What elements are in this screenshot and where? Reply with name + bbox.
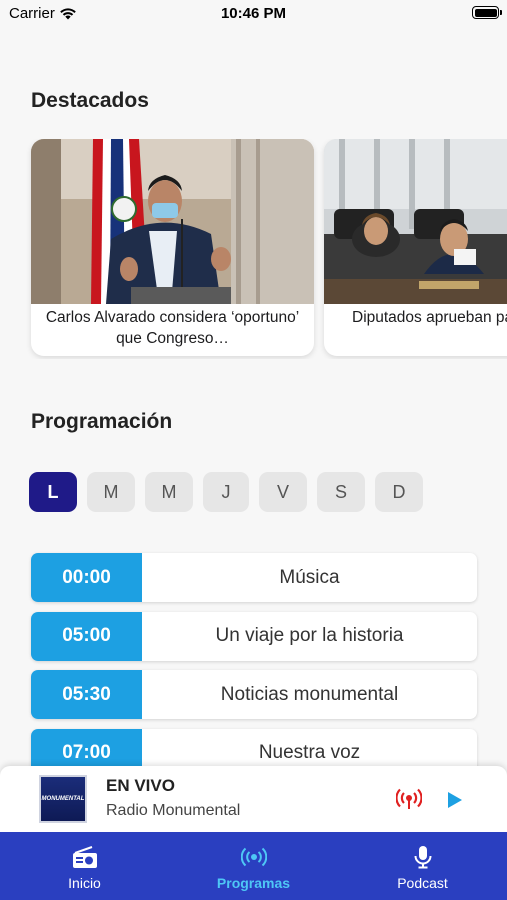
day-button-martes[interactable]: M: [87, 472, 135, 512]
play-button[interactable]: [447, 791, 463, 809]
schedule-program-name: Un viaje por la historia: [215, 625, 404, 646]
day-selector: L M M J V S D: [29, 472, 423, 512]
live-broadcast-icon[interactable]: [396, 787, 422, 811]
schedule-row[interactable]: 00:00 Música: [31, 553, 477, 602]
section-title-destacados: Destacados: [31, 89, 149, 112]
schedule-time: 05:30: [31, 670, 142, 719]
featured-card-caption: Carlos Alvarado considera ‘oportuno’ que…: [45, 309, 300, 347]
battery-icon: [472, 6, 502, 19]
live-label: EN VIVO: [106, 776, 175, 795]
tab-programas[interactable]: Programas: [169, 832, 338, 900]
day-button-miercoles[interactable]: M: [145, 472, 193, 512]
day-button-lunes[interactable]: L: [29, 472, 77, 512]
featured-card[interactable]: Diputados aprueban para acortar trám: [324, 139, 507, 356]
tab-label: Podcast: [397, 875, 448, 891]
broadcast-icon: [240, 847, 267, 867]
featured-carousel[interactable]: Carlos Alvarado considera ‘oportuno’ que…: [0, 139, 507, 359]
schedule-program-name: Música: [279, 566, 340, 588]
clock: 10:46 PM: [220, 5, 287, 22]
schedule-time: 05:00: [31, 611, 142, 661]
day-button-domingo[interactable]: D: [375, 472, 423, 512]
tab-inicio[interactable]: Inicio: [0, 832, 169, 900]
featured-card-caption: Diputados aprueban para acortar trám: [352, 309, 507, 326]
radio-icon: [72, 846, 97, 868]
section-title-programacion: Programación: [31, 410, 173, 433]
featured-card-image: [324, 139, 507, 304]
day-button-viernes[interactable]: V: [259, 472, 307, 512]
schedule-time: 00:00: [31, 553, 142, 602]
station-logo-text: MONUMENTAL: [41, 796, 85, 802]
live-player[interactable]: MONUMENTAL EN VIVO Radio Monumental: [0, 766, 507, 836]
tab-label: Inicio: [68, 875, 101, 891]
schedule-row[interactable]: 05:00 Un viaje por la historia: [31, 611, 477, 661]
station-logo: MONUMENTAL: [39, 775, 87, 823]
status-bar: Carrier 10:46 PM: [0, 0, 507, 28]
tab-podcast[interactable]: Podcast: [338, 832, 507, 900]
schedule-row[interactable]: 05:30 Noticias monumental: [31, 670, 477, 719]
microphone-icon: [414, 846, 431, 869]
day-button-sabado[interactable]: S: [317, 472, 365, 512]
featured-card-image: [31, 139, 314, 304]
station-name: Radio Monumental: [106, 802, 241, 819]
schedule-list: 00:00 Música 05:00 Un viaje por la histo…: [31, 553, 477, 787]
day-button-jueves[interactable]: J: [203, 472, 249, 512]
tab-label: Programas: [216, 875, 291, 891]
tab-bar: Inicio Programas Podcast: [0, 832, 507, 900]
schedule-program-name: Noticias monumental: [220, 683, 399, 705]
featured-card[interactable]: Carlos Alvarado considera ‘oportuno’ que…: [31, 139, 314, 356]
